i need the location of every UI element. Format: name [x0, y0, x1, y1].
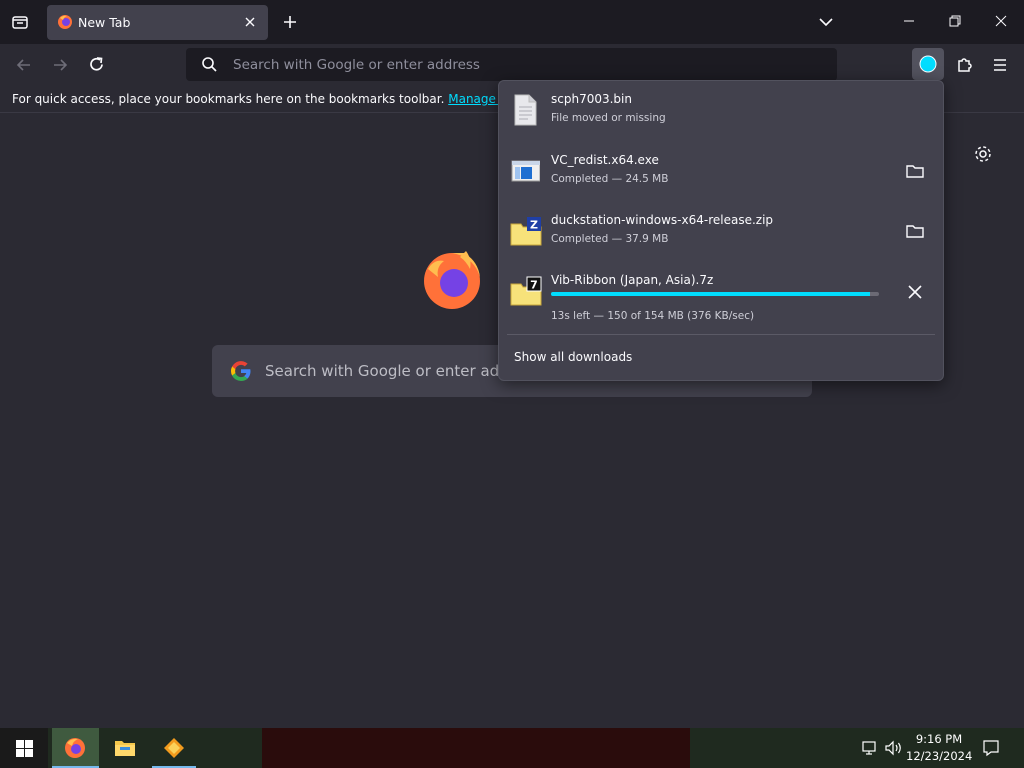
start-button[interactable] [0, 728, 48, 768]
cancel-download-icon[interactable] [905, 282, 925, 302]
firefox-logo-icon [420, 247, 484, 311]
download-item[interactable]: Z duckstation-windows-x64-release.zip Co… [499, 202, 943, 260]
download-progress-bar [551, 292, 879, 296]
close-window-icon[interactable] [994, 12, 1008, 30]
tab-list-icon[interactable] [10, 12, 30, 32]
zip-icon: Z [510, 214, 542, 248]
hamburger-menu-icon[interactable] [991, 56, 1009, 74]
clock-time: 9:16 PM [915, 732, 963, 746]
downloads-panel: scph7003.bin File moved or missing VC_re… [498, 80, 944, 381]
download-item-in-progress[interactable]: 7 Vib-Ribbon (Japan, Asia).7z 13s left —… [499, 262, 943, 322]
back-arrow-icon[interactable] [15, 56, 33, 74]
download-filename: duckstation-windows-x64-release.zip [551, 213, 774, 227]
open-folder-icon[interactable] [905, 161, 925, 181]
tab-title: New Tab [78, 15, 131, 30]
exe-icon [510, 154, 540, 188]
download-status: Completed — 24.5 MB [551, 173, 669, 185]
network-icon[interactable] [862, 740, 880, 756]
reload-icon[interactable] [87, 55, 106, 74]
bookmarks-toolbar-message: For quick access, place your bookmarks h… [12, 92, 445, 106]
download-item[interactable]: VC_redist.x64.exe Completed — 24.5 MB [499, 142, 943, 200]
taskbar-file-explorer-button[interactable] [103, 728, 148, 768]
firefox-taskbar-icon [64, 737, 86, 759]
forward-arrow-icon[interactable] [51, 56, 69, 74]
address-bar-placeholder: Search with Google or enter address [233, 57, 480, 73]
restore-icon[interactable] [948, 12, 962, 30]
download-item[interactable]: scph7003.bin File moved or missing [499, 81, 943, 139]
svg-text:7: 7 [530, 279, 538, 292]
download-status: Completed — 37.9 MB [551, 233, 669, 245]
taskbar-clock[interactable]: 9:16 PM 12/23/2024 [906, 731, 972, 765]
tab-new-tab[interactable]: New Tab [47, 5, 268, 40]
show-all-downloads-button[interactable]: Show all downloads [514, 350, 632, 364]
new-tab-plus-icon[interactable] [281, 13, 299, 31]
minimize-icon[interactable] [902, 12, 916, 30]
list-all-tabs-chevron-icon[interactable] [817, 13, 835, 31]
taskbar-app-button[interactable] [152, 728, 196, 768]
open-folder-icon[interactable] [905, 221, 925, 241]
taskbar-firefox-button[interactable] [52, 728, 99, 768]
panel-separator [507, 334, 935, 335]
volume-icon[interactable] [884, 740, 904, 756]
windows-taskbar: 9:16 PM 12/23/2024 [0, 728, 1024, 768]
download-progress-fill [551, 292, 871, 296]
search-icon [201, 56, 218, 73]
duckstation-taskbar-icon [163, 737, 185, 759]
settings-gear-icon[interactable] [974, 145, 992, 163]
download-status: 13s left — 150 of 154 MB (376 KB/sec) [551, 310, 755, 322]
tab-strip: New Tab [0, 0, 1024, 44]
download-filename: Vib-Ribbon (Japan, Asia).7z [551, 273, 714, 287]
download-status: File moved or missing [551, 112, 666, 124]
firefox-favicon-icon [57, 14, 73, 30]
file-icon [510, 93, 540, 127]
clock-date: 12/23/2024 [906, 749, 973, 763]
download-filename: scph7003.bin [551, 92, 632, 106]
desktop-wallpaper-area [262, 728, 690, 768]
tab-close-icon[interactable] [243, 15, 257, 29]
downloads-button[interactable] [912, 48, 944, 80]
download-progress-icon [919, 55, 937, 73]
windows-logo-icon [16, 740, 33, 757]
notifications-icon[interactable] [982, 739, 1000, 757]
folder-taskbar-icon [114, 738, 136, 758]
svg-text:Z: Z [530, 219, 538, 232]
google-logo-icon [229, 359, 253, 383]
7z-archive-icon: 7 [510, 274, 542, 308]
extensions-puzzle-icon[interactable] [955, 55, 974, 74]
download-filename: VC_redist.x64.exe [551, 153, 659, 167]
address-bar[interactable]: Search with Google or enter address [186, 48, 837, 81]
